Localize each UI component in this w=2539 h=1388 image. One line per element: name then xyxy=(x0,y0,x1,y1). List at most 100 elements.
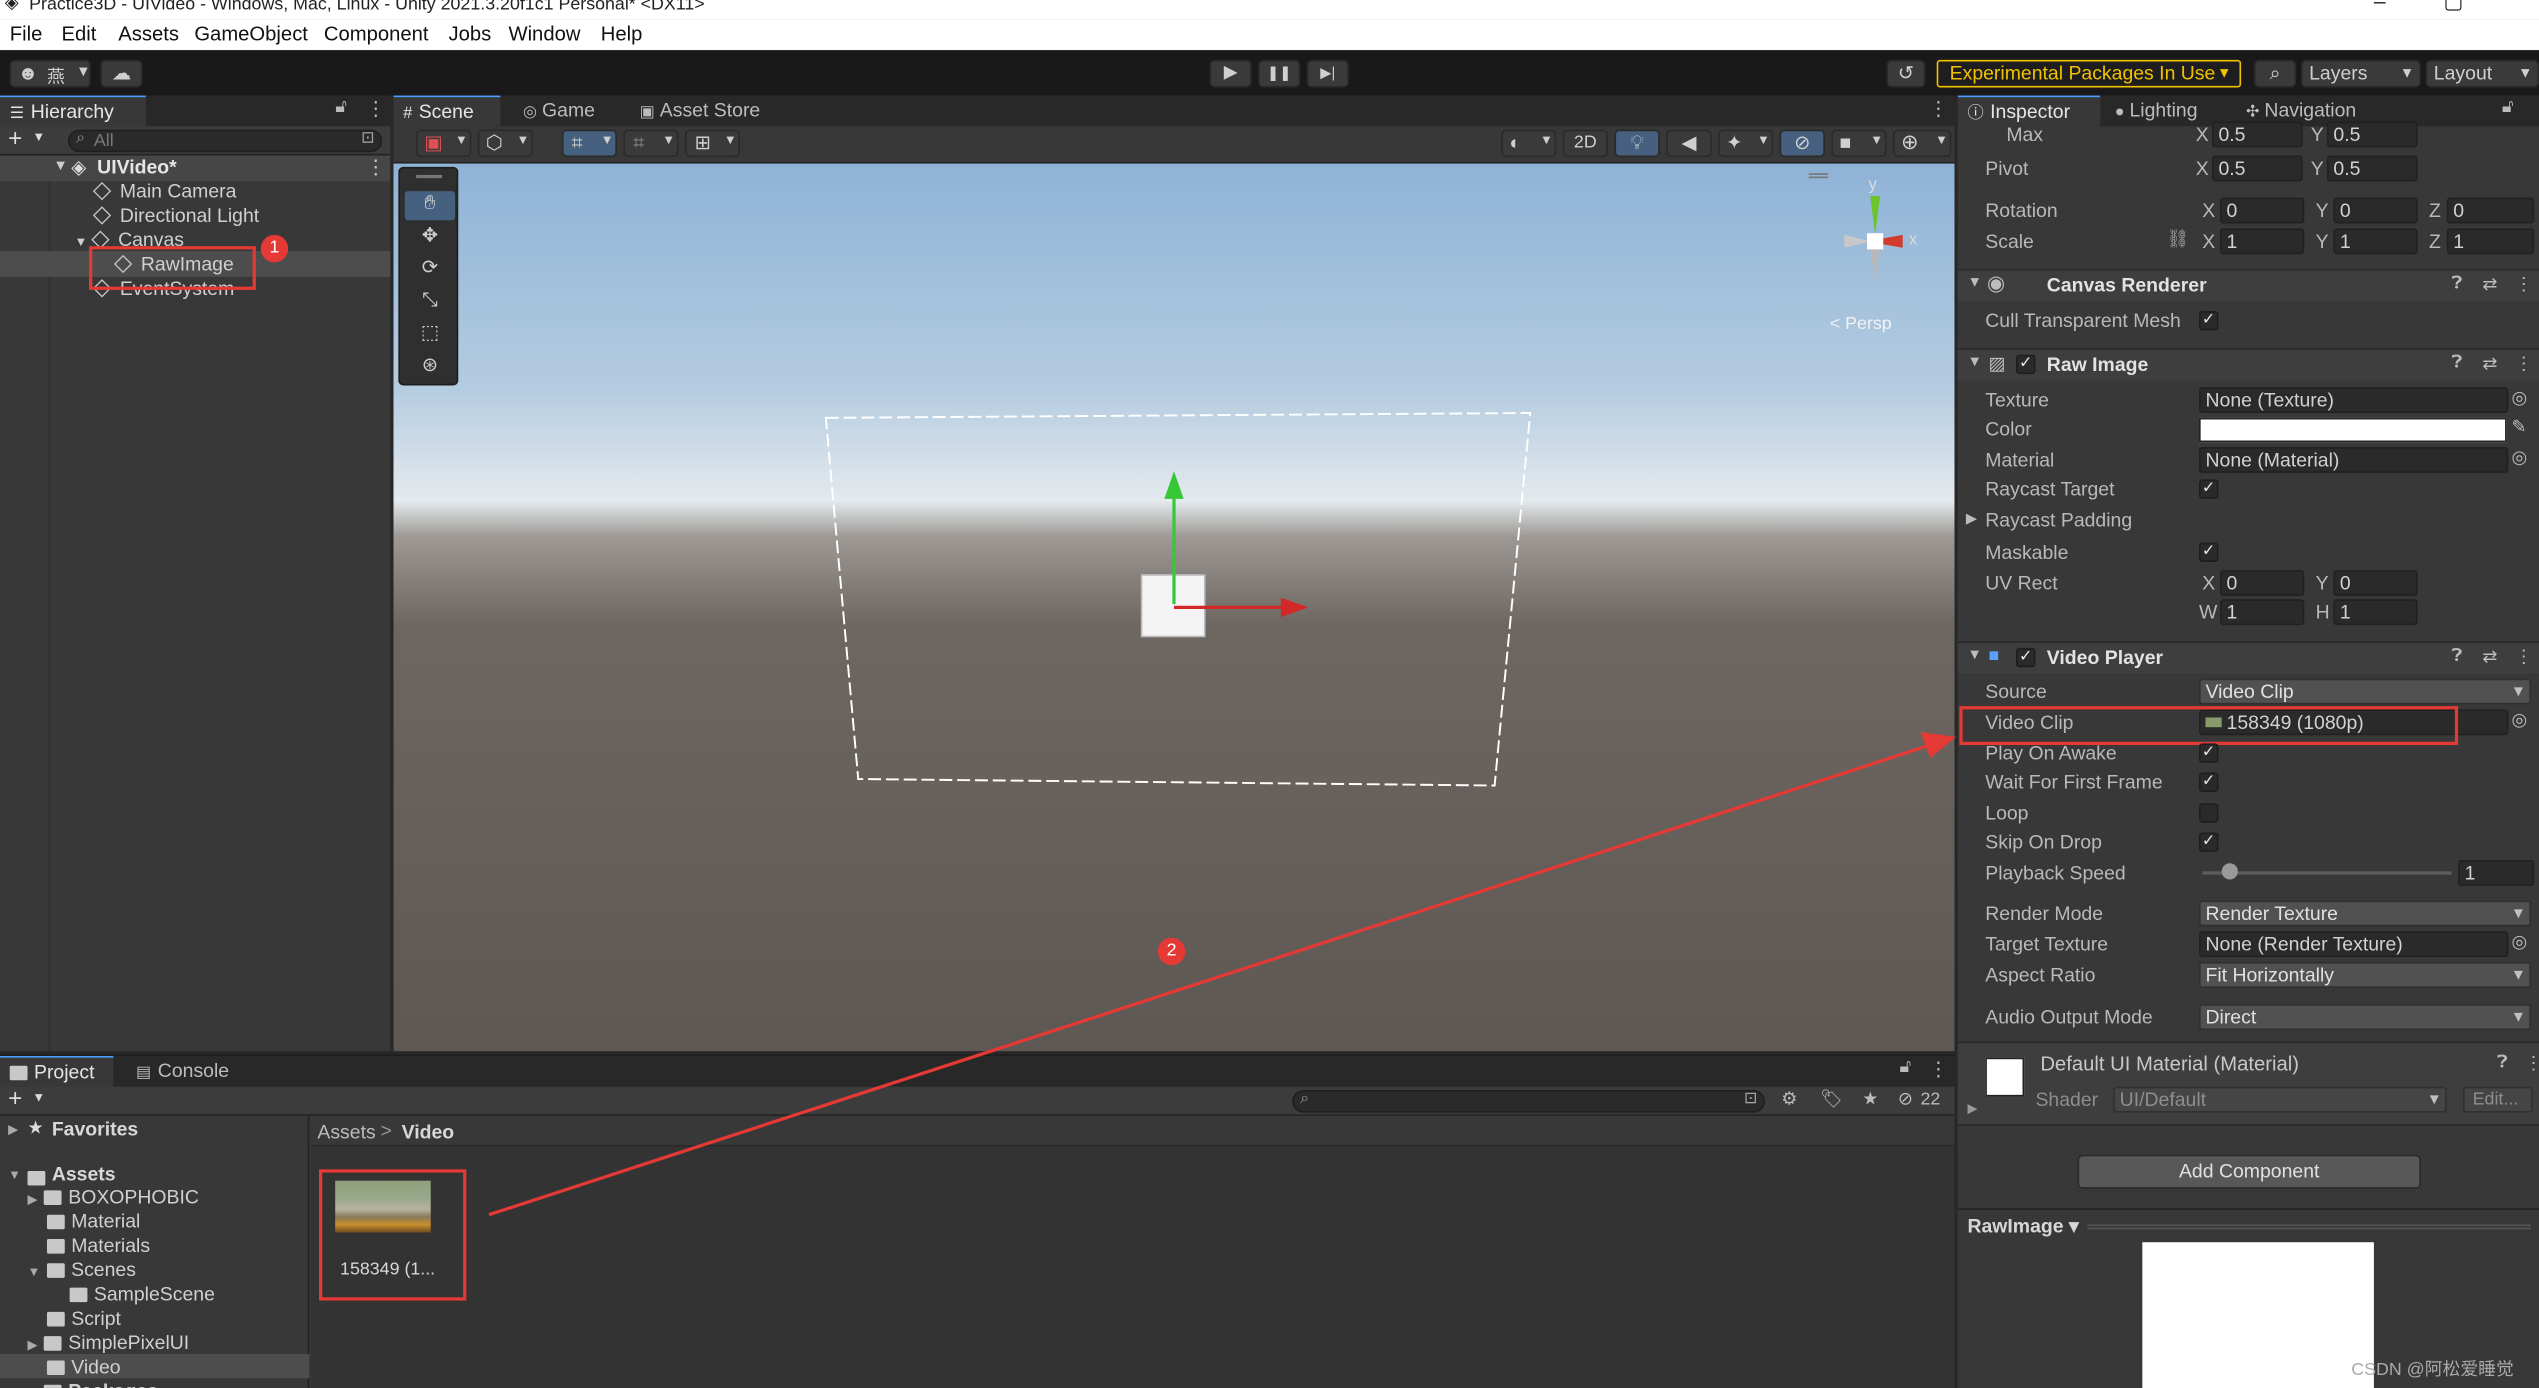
tree-folder-simplepixelui[interactable]: ▶ SimplePixelUI xyxy=(28,1331,190,1355)
max-x-field[interactable]: 0.5 xyxy=(2211,121,2303,148)
rect-tool-button[interactable]: ⬚ xyxy=(405,321,455,350)
transform-tool-button[interactable]: ⊛ xyxy=(405,353,455,382)
video-player-enabled-checkbox[interactable]: ✓ xyxy=(2016,647,2036,668)
menu-component[interactable]: Component xyxy=(324,23,429,46)
scale-x-field[interactable]: 1 xyxy=(2220,228,2305,255)
maximize-button[interactable]: ▢ xyxy=(2444,0,2464,11)
max-y-field[interactable]: 0.5 xyxy=(2326,121,2418,148)
preset-icon[interactable]: ⇄ xyxy=(2482,353,2497,374)
help-icon[interactable]: ❓︎ xyxy=(2452,353,2463,374)
menu-assets[interactable]: Assets xyxy=(118,23,179,46)
rotate-tool-button[interactable]: ⟳ xyxy=(405,256,455,285)
audio-toggle[interactable]: ◀ xyxy=(1666,129,1712,158)
favorite-icon[interactable]: ★ xyxy=(1862,1088,1878,1109)
maskable-checkbox[interactable]: ✓ xyxy=(2199,542,2219,563)
step-button[interactable]: ▶| xyxy=(1306,59,1349,88)
menu-edit[interactable]: Edit xyxy=(62,23,97,46)
tab-asset-store[interactable]: ▣ Asset Store xyxy=(630,96,792,127)
render-mode-dropdown[interactable]: Render Texture xyxy=(2199,900,2531,927)
eyedropper-icon[interactable]: ✎ xyxy=(2512,416,2527,437)
pause-button[interactable]: ❚❚ xyxy=(1258,59,1301,88)
playback-speed-field[interactable]: 1 xyxy=(2458,860,2535,886)
add-icon[interactable]: + xyxy=(8,125,22,153)
gizmos-dropdown[interactable]: ⊕ ▼ xyxy=(1892,129,1952,158)
orientation-gizmo[interactable]: y x < Persp xyxy=(1802,173,1940,335)
source-dropdown[interactable]: Video Clip xyxy=(2199,678,2531,705)
toggle-2d-button[interactable]: 2D xyxy=(1562,129,1608,158)
cull-transparent-mesh-checkbox[interactable]: ✓ xyxy=(2199,310,2219,331)
scene-search-icon[interactable]: ⊡ xyxy=(361,130,375,148)
render-mode-dropdown[interactable]: ◐ ▼ xyxy=(1501,129,1557,158)
perspective-label[interactable]: < Persp xyxy=(1830,314,1892,333)
scale-y-field[interactable]: 1 xyxy=(2333,228,2418,255)
more-options-icon[interactable]: ⋮ xyxy=(2515,274,2533,294)
tree-folder-materials[interactable]: Materials xyxy=(46,1234,150,1258)
constrain-proportions-icon[interactable]: ⛓︎ xyxy=(2167,228,2190,249)
hierarchy-search-input[interactable]: ⌕ All ⊡ xyxy=(68,129,383,153)
more-options-icon[interactable]: ⋮ xyxy=(366,97,385,120)
effects-dropdown[interactable]: ✦ ▼ xyxy=(1718,129,1774,158)
move-tool-button[interactable]: ✥ xyxy=(405,224,455,253)
more-options-icon[interactable]: ⋮ xyxy=(2515,353,2533,374)
raw-image-enabled-checkbox[interactable]: ✓ xyxy=(2016,354,2036,375)
tree-folder-boxophobic[interactable]: ▶ BOXOPHOBIC xyxy=(28,1186,199,1210)
help-icon[interactable]: ❓︎ xyxy=(2452,274,2463,295)
uv-x-field[interactable]: 0 xyxy=(2220,570,2305,597)
chevron-right-icon[interactable]: ▶ xyxy=(8,1122,18,1137)
undo-history-button[interactable]: ↺ xyxy=(1886,59,1926,88)
tab-hierarchy[interactable]: ☰ Hierarchy xyxy=(0,95,146,127)
hierarchy-item-main-camera[interactable]: Main Camera xyxy=(92,180,236,204)
tree-packages[interactable]: ▶Packages xyxy=(28,1380,158,1388)
tab-scene[interactable]: # Scene xyxy=(393,95,501,127)
layers-dropdown[interactable]: Layers ▼ xyxy=(2301,59,2421,88)
uv-y-field[interactable]: 0 xyxy=(2333,570,2418,597)
tree-folder-video[interactable]: Video xyxy=(46,1356,121,1380)
search-by-label-icon[interactable]: 🏷︎ xyxy=(1820,1088,1843,1109)
layout-dropdown[interactable]: Layout ▼ xyxy=(2425,59,2539,88)
shader-dropdown[interactable]: UI/Default xyxy=(2113,1086,2447,1113)
more-options-icon[interactable]: ⋮ xyxy=(1929,1058,1948,1081)
menu-jobs[interactable]: Jobs xyxy=(449,23,492,46)
grid-plane-dropdown[interactable]: ⊞ ▼ xyxy=(684,129,741,158)
breadcrumb-assets[interactable]: Assets xyxy=(317,1121,375,1144)
skip-on-drop-checkbox[interactable]: ✓ xyxy=(2199,832,2219,852)
pivot-x-field[interactable]: 0.5 xyxy=(2211,155,2303,182)
scene-row[interactable]: ▼ ◈ UIVideo* ⋮ xyxy=(0,155,391,182)
tree-folder-script[interactable]: Script xyxy=(46,1307,121,1331)
scene-viewport[interactable]: ✋︎ ✥ ⟳ ⤡ ⬚ ⊛ y x < Persp 2 xyxy=(393,163,1955,1052)
menu-window[interactable]: Window xyxy=(508,23,580,46)
playback-speed-thumb[interactable] xyxy=(2221,863,2238,880)
pivot-y-field[interactable]: 0.5 xyxy=(2326,155,2418,182)
audio-output-mode-dropdown[interactable]: Direct xyxy=(2199,1004,2531,1031)
edit-shader-button[interactable]: Edit... xyxy=(2462,1086,2533,1113)
wait-first-frame-checkbox[interactable]: ✓ xyxy=(2199,772,2219,792)
rotation-x-field[interactable]: 0 xyxy=(2220,197,2305,224)
texture-field[interactable]: None (Texture) xyxy=(2199,387,2509,413)
scale-z-field[interactable]: 1 xyxy=(2446,228,2535,255)
menu-gameobject[interactable]: GameObject xyxy=(194,23,308,46)
hierarchy-item-directional-light[interactable]: Directional Light xyxy=(92,204,259,228)
search-button[interactable]: ⌕ xyxy=(2254,59,2297,88)
video-player-header[interactable]: ▼ ■ ✓ Video Player ❓︎ ⇄ ⋮ xyxy=(1957,641,2539,674)
color-swatch[interactable] xyxy=(2199,417,2507,443)
account-dropdown[interactable]: ☻ 燕 ▼ xyxy=(9,59,91,88)
aspect-ratio-dropdown[interactable]: Fit Horizontally xyxy=(2199,962,2531,988)
target-texture-field[interactable]: None (Render Texture) xyxy=(2199,931,2509,958)
object-picker-icon[interactable]: ◎ xyxy=(2512,387,2528,408)
lock-icon[interactable]: 🔓︎ xyxy=(2502,97,2514,118)
lock-icon[interactable]: 🔓︎ xyxy=(1899,1058,1911,1079)
breadcrumb-video[interactable]: Video xyxy=(402,1121,455,1144)
canvas-renderer-header[interactable]: ▼ ◉ Canvas Renderer ❓︎ ⇄ ⋮ xyxy=(1957,268,2539,302)
tree-folder-samplescene[interactable]: SampleScene xyxy=(69,1283,215,1307)
search-scope-icon[interactable]: ⊡ xyxy=(1744,1090,1758,1108)
more-options-icon[interactable]: ⋮ xyxy=(2524,1053,2539,1073)
material-field[interactable]: None (Material) xyxy=(2199,447,2509,473)
scene-visibility-toggle[interactable]: ⊘ xyxy=(1779,129,1825,158)
rotation-y-field[interactable]: 0 xyxy=(2333,197,2418,224)
preview-label[interactable]: RawImage ▾ xyxy=(1967,1215,2078,1238)
cloud-button[interactable]: ☁ xyxy=(100,59,143,88)
raw-image-header[interactable]: ▼ ▨ ✓ Raw Image ❓︎ ⇄ ⋮ xyxy=(1957,348,2539,381)
object-picker-icon[interactable]: ◎ xyxy=(2512,931,2528,952)
chevron-down-icon[interactable]: ▼ xyxy=(32,130,45,145)
preset-icon[interactable]: ⇄ xyxy=(2482,646,2497,667)
